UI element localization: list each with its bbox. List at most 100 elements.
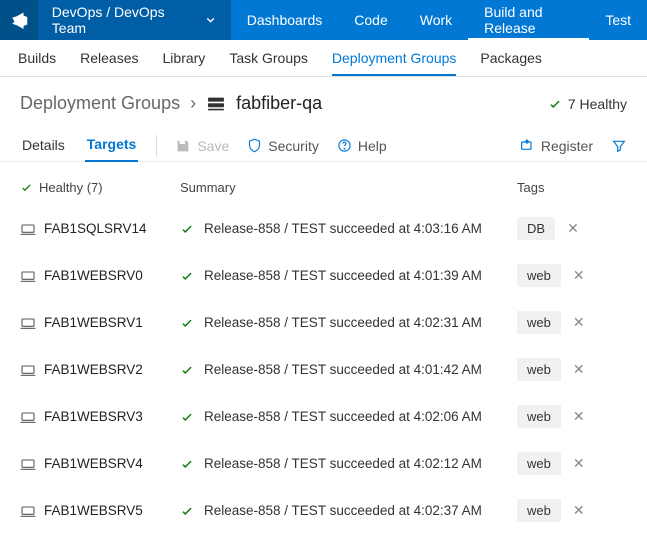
filter-button[interactable] <box>611 138 627 154</box>
top-nav: DevOps / DevOps Team DashboardsCodeWorkB… <box>0 0 647 40</box>
sub-nav: Builds Releases Library Task Groups Deployme… <box>0 40 647 77</box>
computer-icon <box>20 458 36 470</box>
checkmark-icon <box>20 181 33 194</box>
target-summary: Release-858 / TEST succeeded at 4:02:31 … <box>204 315 482 330</box>
register-icon <box>519 138 535 154</box>
target-name: FAB1WEBSRV1 <box>44 315 143 330</box>
breadcrumb-row: Deployment Groups › fabfiber-qa 7 Health… <box>0 77 647 122</box>
help-label: Help <box>358 138 387 154</box>
tag-chip[interactable]: DB <box>517 217 555 240</box>
target-summary: Release-858 / TEST succeeded at 4:01:39 … <box>204 268 482 283</box>
tag-remove-button[interactable]: ✕ <box>569 406 589 427</box>
server-icon <box>206 96 226 112</box>
checkmark-icon <box>180 457 194 471</box>
subnav-library[interactable]: Library <box>163 50 206 66</box>
table-row[interactable]: FAB1WEBSRV3 Release-858 / TEST succeeded … <box>20 393 627 440</box>
computer-icon <box>20 411 36 423</box>
table-row[interactable]: FAB1SQLSRV14 Release-858 / TEST succeeded… <box>20 205 627 252</box>
table-row[interactable]: FAB1WEBSRV0 Release-858 / TEST succeeded … <box>20 252 627 299</box>
subnav-task-groups[interactable]: Task Groups <box>229 50 308 66</box>
nav-code[interactable]: Code <box>338 0 403 40</box>
checkmark-icon <box>180 316 194 330</box>
checkmark-icon <box>180 504 194 518</box>
target-name: FAB1SQLSRV14 <box>44 221 147 236</box>
table-row[interactable]: FAB1WEBSRV1 Release-858 / TEST succeeded … <box>20 299 627 346</box>
tag-chip[interactable]: web <box>517 452 561 475</box>
tab-details[interactable]: Details <box>20 131 67 161</box>
filter-icon <box>611 138 627 154</box>
breadcrumb-root[interactable]: Deployment Groups <box>20 93 180 114</box>
tag-remove-button[interactable]: ✕ <box>563 218 583 239</box>
computer-icon <box>20 270 36 282</box>
table-header: Healthy (7) Summary Tags <box>20 176 627 205</box>
targets-table: Healthy (7) Summary Tags FAB1SQLSRV14 Rel… <box>0 162 647 534</box>
product-logo[interactable] <box>0 0 38 40</box>
register-label: Register <box>541 138 593 154</box>
tag-remove-button[interactable]: ✕ <box>569 453 589 474</box>
tag-chip[interactable]: web <box>517 358 561 381</box>
col-header-summary[interactable]: Summary <box>180 180 517 195</box>
help-icon <box>337 138 352 153</box>
shield-icon <box>247 138 262 153</box>
target-name: FAB1WEBSRV0 <box>44 268 143 283</box>
divider <box>156 135 157 157</box>
team-selector[interactable]: DevOps / DevOps Team <box>38 0 231 40</box>
save-label: Save <box>197 138 229 154</box>
target-summary: Release-858 / TEST succeeded at 4:03:16 … <box>204 221 482 236</box>
computer-icon <box>20 505 36 517</box>
target-summary: Release-858 / TEST succeeded at 4:02:37 … <box>204 503 482 518</box>
group-name: fabfiber-qa <box>236 93 322 114</box>
azure-devops-icon <box>10 11 28 29</box>
table-row[interactable]: FAB1WEBSRV2 Release-858 / TEST succeeded … <box>20 346 627 393</box>
save-button: Save <box>175 138 229 154</box>
checkmark-icon <box>548 97 562 111</box>
target-name: FAB1WEBSRV2 <box>44 362 143 377</box>
subnav-builds[interactable]: Builds <box>18 50 56 66</box>
target-summary: Release-858 / TEST succeeded at 4:02:06 … <box>204 409 482 424</box>
col-healthy-label: Healthy (7) <box>39 180 103 195</box>
chevron-down-icon <box>204 13 217 27</box>
checkmark-icon <box>180 269 194 283</box>
health-summary-text: 7 Healthy <box>568 96 627 112</box>
target-name: FAB1WEBSRV3 <box>44 409 143 424</box>
tag-chip[interactable]: web <box>517 264 561 287</box>
register-button[interactable]: Register <box>519 138 593 154</box>
tag-chip[interactable]: web <box>517 405 561 428</box>
subnav-packages[interactable]: Packages <box>480 50 541 66</box>
nav-build-and-release[interactable]: Build and Release <box>468 0 589 40</box>
security-button[interactable]: Security <box>247 138 319 154</box>
checkmark-icon <box>180 222 194 236</box>
tab-row: Details Targets Save Security Help Regis… <box>0 122 647 162</box>
nav-work[interactable]: Work <box>404 0 468 40</box>
computer-icon <box>20 317 36 329</box>
security-label: Security <box>268 138 319 154</box>
nav-dashboards[interactable]: Dashboards <box>231 0 339 40</box>
chevron-right-icon: › <box>190 93 196 114</box>
target-name: FAB1WEBSRV5 <box>44 503 143 518</box>
tab-targets[interactable]: Targets <box>85 130 139 162</box>
target-summary: Release-858 / TEST succeeded at 4:02:12 … <box>204 456 482 471</box>
breadcrumb: Deployment Groups › fabfiber-qa <box>20 93 322 114</box>
target-name: FAB1WEBSRV4 <box>44 456 143 471</box>
col-header-healthy[interactable]: Healthy (7) <box>20 180 180 195</box>
health-summary: 7 Healthy <box>548 96 627 112</box>
checkmark-icon <box>180 363 194 377</box>
table-row[interactable]: FAB1WEBSRV5 Release-858 / TEST succeeded … <box>20 487 627 534</box>
help-button[interactable]: Help <box>337 138 387 154</box>
team-name: DevOps / DevOps Team <box>52 4 194 36</box>
tag-remove-button[interactable]: ✕ <box>569 312 589 333</box>
tag-remove-button[interactable]: ✕ <box>569 500 589 521</box>
subnav-deployment-groups[interactable]: Deployment Groups <box>332 50 457 76</box>
nav-test[interactable]: Test <box>589 0 647 40</box>
save-icon <box>175 138 191 154</box>
checkmark-icon <box>180 410 194 424</box>
table-row[interactable]: FAB1WEBSRV4 Release-858 / TEST succeeded … <box>20 440 627 487</box>
tag-chip[interactable]: web <box>517 311 561 334</box>
tag-remove-button[interactable]: ✕ <box>569 359 589 380</box>
col-header-tags[interactable]: Tags <box>517 180 627 195</box>
subnav-releases[interactable]: Releases <box>80 50 138 66</box>
tag-remove-button[interactable]: ✕ <box>569 265 589 286</box>
top-nav-links: DashboardsCodeWorkBuild and ReleaseTest <box>231 0 647 40</box>
tag-chip[interactable]: web <box>517 499 561 522</box>
target-summary: Release-858 / TEST succeeded at 4:01:42 … <box>204 362 482 377</box>
